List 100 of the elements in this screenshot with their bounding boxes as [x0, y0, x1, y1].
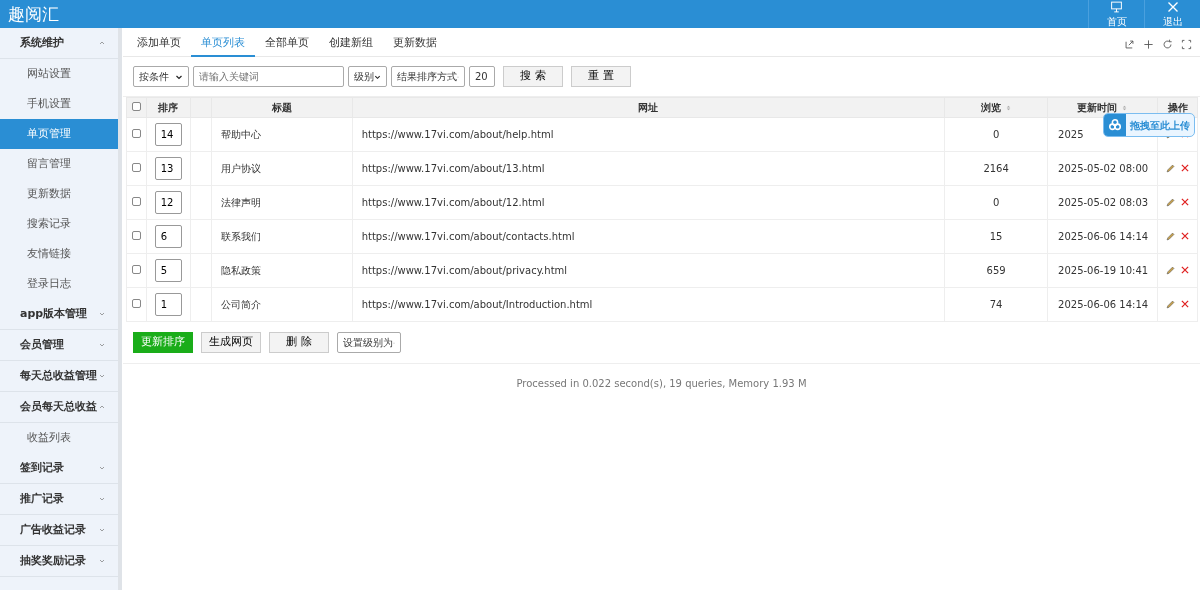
- sort-icon: [1121, 103, 1129, 112]
- delete-icon: [1180, 299, 1191, 309]
- sidebar-item[interactable]: 收益列表: [0, 423, 118, 453]
- table-cell: 15: [989, 231, 1003, 242]
- sort-select[interactable]: 结果排序方式: [391, 66, 465, 87]
- popout-icon: [1124, 39, 1135, 50]
- tab[interactable]: 单页列表: [191, 32, 255, 57]
- table-cell: 2025-06-06 14:14: [1058, 299, 1149, 310]
- sidebar-item[interactable]: 更新数据: [0, 179, 118, 209]
- close-icon: [1166, 1, 1179, 13]
- action-button[interactable]: 生成网页: [201, 332, 261, 353]
- chevron-down-icon: [98, 526, 106, 534]
- table-cell: 法律声明: [220, 197, 261, 208]
- tab[interactable]: 创建新组: [319, 32, 383, 57]
- count-field[interactable]: 20: [469, 66, 495, 87]
- pencil-icon: [1165, 265, 1177, 276]
- pencil-icon: [1165, 163, 1177, 174]
- chevron-down-icon: [98, 495, 106, 503]
- tab[interactable]: 更新数据: [383, 32, 447, 57]
- row-checkbox[interactable]: [131, 265, 141, 274]
- table-cell: 2025-06-19 10:41: [1058, 265, 1149, 276]
- column-header: 排序: [158, 101, 179, 115]
- sidebar-group[interactable]: 每天总收益管理: [0, 361, 118, 392]
- table-cell: https://www.17vi.com/about/13.html: [361, 163, 545, 174]
- keyword-field[interactable]: 请输入关键词: [193, 66, 344, 87]
- table-cell: 2025-06-06 14:14: [1058, 231, 1149, 242]
- chevron-up-icon: [98, 403, 106, 411]
- sidebar-group[interactable]: 广告收益记录: [0, 515, 118, 546]
- chevron-up-icon: [98, 39, 106, 47]
- search-button[interactable]: 搜 索: [503, 66, 563, 87]
- row-checkbox[interactable]: [131, 197, 141, 206]
- sidebar-item[interactable]: 友情链接: [0, 239, 118, 269]
- condition-select[interactable]: 按条件: [133, 66, 189, 87]
- chevron-down-icon: [98, 310, 106, 318]
- header-button[interactable]: 退出: [1144, 0, 1200, 28]
- chevron-down-icon: [98, 464, 106, 472]
- table-cell: 用户协议: [220, 163, 261, 174]
- table-cell: 0: [992, 129, 1000, 140]
- sidebar-item[interactable]: 网站设置: [0, 59, 118, 89]
- row-checkbox[interactable]: [131, 299, 141, 308]
- sidebar-group[interactable]: 抽奖奖励记录: [0, 546, 118, 577]
- order-field[interactable]: 1: [154, 293, 182, 316]
- fullscreen-icon: [1181, 39, 1192, 50]
- reset-button[interactable]: 重 置: [571, 66, 631, 87]
- order-field[interactable]: 14: [154, 123, 182, 146]
- row-checkbox[interactable]: [131, 231, 141, 240]
- order-field[interactable]: 5: [154, 259, 182, 282]
- table-cell: 2025-05-02 08:03: [1058, 197, 1149, 208]
- table-cell: 公司简介: [220, 299, 261, 310]
- table-cell: https://www.17vi.com/about/contacts.html: [361, 231, 575, 242]
- sidebar-group[interactable]: 会员每天总收益: [0, 392, 118, 423]
- header-button[interactable]: 首页: [1088, 0, 1144, 28]
- footer-text: Processed in 0.022 second(s), 19 queries, Memory 1.93 M: [516, 378, 807, 389]
- table-cell: 0: [992, 197, 1000, 208]
- table-cell: https://www.17vi.com/about/help.html: [361, 129, 554, 140]
- column-header: 网址: [638, 101, 659, 115]
- plus-icon: [1143, 39, 1154, 50]
- sidebar-item[interactable]: 单页管理: [0, 119, 118, 149]
- sidebar-group[interactable]: 系统维护: [0, 28, 118, 59]
- cloud-icon: [1108, 118, 1122, 132]
- tab[interactable]: 全部单页: [255, 32, 319, 57]
- level-set-select[interactable]: 设置级别为: [337, 332, 401, 353]
- order-field[interactable]: 6: [154, 225, 182, 248]
- column-header: 标题: [271, 101, 292, 115]
- tab[interactable]: 添加单页: [127, 32, 191, 57]
- monitor-icon: [1110, 1, 1123, 13]
- table-cell: https://www.17vi.com/about/Introduction.html: [361, 299, 593, 310]
- order-field[interactable]: 13: [154, 157, 182, 180]
- delete-icon: [1180, 231, 1191, 241]
- table-cell: 74: [989, 299, 1003, 310]
- delete-icon: [1180, 163, 1191, 173]
- delete-icon: [1180, 197, 1191, 207]
- action-button[interactable]: 删 除: [269, 332, 329, 353]
- sidebar-group[interactable]: 推广记录: [0, 484, 118, 515]
- sort-icon: [1004, 103, 1012, 112]
- sidebar-group[interactable]: 会员管理: [0, 330, 118, 361]
- sidebar-group[interactable]: app版本管理: [0, 299, 118, 330]
- sidebar-item[interactable]: 搜索记录: [0, 209, 118, 239]
- table-cell: 659: [986, 265, 1006, 276]
- chevron-down-icon: [98, 372, 106, 380]
- sidebar-item[interactable]: 手机设置: [0, 89, 118, 119]
- order-field[interactable]: 12: [154, 191, 182, 214]
- sidebar-item[interactable]: 留言管理: [0, 149, 118, 179]
- chevron-down-icon: [98, 341, 106, 349]
- pencil-icon: [1165, 197, 1177, 208]
- table-cell: 2025-05-02 08:00: [1058, 163, 1149, 174]
- sidebar-item[interactable]: 登录日志: [0, 269, 118, 299]
- app-logo: 趣阅汇: [7, 3, 60, 26]
- pencil-icon: [1165, 231, 1177, 242]
- chevron-down-icon: [98, 557, 106, 565]
- select-all-checkbox[interactable]: [131, 102, 141, 111]
- delete-icon: [1180, 265, 1191, 275]
- row-checkbox[interactable]: [131, 129, 141, 138]
- table-cell: https://www.17vi.com/about/12.html: [361, 197, 545, 208]
- table-cell: 2025: [1058, 129, 1084, 140]
- sidebar-group[interactable]: 签到记录: [0, 453, 118, 484]
- table-cell: 联系我们: [220, 231, 261, 242]
- column-header: 操作: [1167, 101, 1188, 115]
- row-checkbox[interactable]: [131, 163, 141, 172]
- level-select[interactable]: 级别: [348, 66, 387, 87]
